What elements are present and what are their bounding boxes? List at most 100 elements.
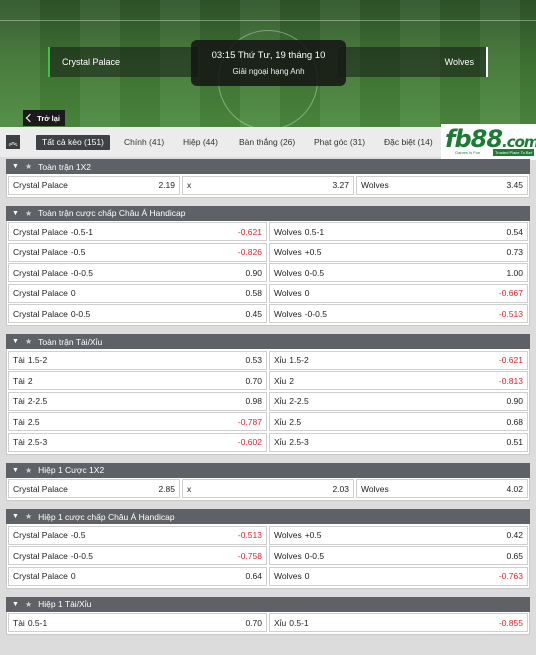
- selection-name: Crystal Palace: [13, 308, 68, 319]
- odds-value: 0.58: [245, 288, 262, 299]
- odds-cell[interactable]: Tài 2 0.70: [8, 371, 267, 391]
- odds-cell[interactable]: Crystal Palace 0-0.5 0.45: [8, 304, 267, 324]
- odds-cell[interactable]: Tài 2-2.5 0.98: [8, 391, 267, 411]
- odds-value: 0.45: [245, 308, 262, 319]
- selection-label: Wolves 0-0.5: [274, 268, 324, 278]
- selection-name: x: [187, 483, 192, 494]
- chevron-down-icon[interactable]: ▼: [12, 210, 19, 217]
- odds-cell[interactable]: Crystal Palace -0-0.5 0.90: [8, 263, 267, 283]
- odds-cell[interactable]: Xỉu 2.5-3 0.51: [269, 432, 528, 452]
- favorite-star-icon[interactable]: ★: [25, 512, 32, 521]
- odds-cell[interactable]: Wolves 0-0.5 0.65: [269, 546, 528, 566]
- favorite-star-icon[interactable]: ★: [25, 162, 32, 171]
- selection-name: Tài: [13, 355, 25, 366]
- odds-cell[interactable]: Xỉu 0.5-1 -0.855: [269, 613, 528, 633]
- odds-cell[interactable]: Wolves 4.02: [356, 479, 528, 499]
- odds-cell[interactable]: Crystal Palace 0 0.58: [8, 283, 267, 303]
- odds-cell[interactable]: Crystal Palace 2.85: [8, 479, 180, 499]
- handicap-line: 2: [289, 375, 295, 386]
- selection-name: Tài: [13, 375, 25, 386]
- market-section-header[interactable]: ▼ ★ Toàn trận Tài/Xỉu: [6, 334, 530, 349]
- odds-cell[interactable]: Wolves 3.45: [356, 175, 528, 195]
- market-section: ▼ ★ Hiệp 1 Tài/Xỉu Tài 0.5-1 0.70 Xỉu 0.5-1 -0.8…: [6, 596, 530, 635]
- favorite-star-icon[interactable]: ★: [25, 209, 32, 218]
- odds-cell[interactable]: Wolves 0 -0.763: [269, 566, 528, 586]
- odds-value: -0.621: [237, 226, 262, 237]
- odds-cell[interactable]: Xỉu 2-2.5 0.90: [269, 391, 528, 411]
- collapse-all-icon[interactable]: ︽: [6, 135, 20, 149]
- market-section-header[interactable]: ▼ ★ Toàn trận cược chấp Châu Á Handicap: [6, 205, 530, 221]
- selection-name: Tài: [13, 396, 25, 407]
- tab-corners[interactable]: Phạt góc (31): [314, 135, 365, 150]
- fb88-logo: fb88.com Games Is Fun Trusted Place To B…: [441, 124, 536, 160]
- odds-row: Tài 2.5-3 -0.602 Xỉu 2.5-3 0.51: [7, 432, 529, 453]
- market-section-header[interactable]: ▼ ★ Hiệp 1 Cược 1X2: [6, 462, 530, 478]
- odds-value: -0.621: [498, 355, 523, 366]
- odds-cell[interactable]: Crystal Palace -0.5 -0.513: [8, 525, 267, 545]
- odds-cell[interactable]: Tài 0.5-1 0.70: [8, 613, 267, 633]
- market-section: ▼ ★ Hiệp 1 cược chấp Châu Á Handicap Crysta…: [6, 509, 530, 589]
- odds-cell[interactable]: Xỉu 2 -0.813: [269, 371, 528, 391]
- odds-cell[interactable]: Crystal Palace 2.19: [8, 175, 180, 195]
- odds-value: 3.27: [332, 180, 349, 191]
- selection-name: Xỉu: [274, 375, 287, 386]
- odds-cell[interactable]: Wolves 0.5-1 0.54: [269, 222, 528, 242]
- odds-cell[interactable]: Crystal Palace -0.5 -0.826: [8, 242, 267, 262]
- match-league: Giải ngoại hạng Anh: [232, 67, 305, 76]
- chevron-down-icon[interactable]: ▼: [12, 513, 19, 520]
- favorite-star-icon[interactable]: ★: [25, 337, 32, 346]
- odds-cell[interactable]: Crystal Palace 0 0.64: [8, 566, 267, 586]
- odds-cell[interactable]: Wolves +0.5 0.73: [269, 242, 528, 262]
- tab-half[interactable]: Hiệp (44): [183, 135, 218, 150]
- odds-value: 1.00: [506, 267, 523, 278]
- odds-cell[interactable]: Xỉu 2.5 0.68: [269, 412, 528, 432]
- market-section-header[interactable]: ▼ ★ Hiệp 1 Tài/Xỉu: [6, 596, 530, 612]
- chevron-down-icon[interactable]: ▼: [12, 467, 19, 474]
- market-section-body: Crystal Palace -0.5 -0.513 Wolves +0.5 0.42 Cr…: [6, 524, 530, 589]
- tab-goals[interactable]: Bàn thắng (26): [239, 135, 295, 150]
- favorite-star-icon[interactable]: ★: [25, 600, 32, 609]
- selection-label: Crystal Palace: [13, 484, 68, 494]
- odds-cell[interactable]: x 2.03: [182, 479, 354, 499]
- match-banner: Crystal Palace 03:15 Thứ Tư, 19 tháng 10…: [0, 0, 536, 127]
- odds-row: Crystal Palace -0.5 -0.513 Wolves +0.5 0.42: [7, 525, 529, 546]
- odds-cell[interactable]: Wolves 0 -0.667: [269, 283, 528, 303]
- market-section: ▼ ★ Hiệp 1 Cược 1X2 Crystal Palace 2.85 x 2.03…: [6, 462, 530, 501]
- odds-value: 2.19: [158, 180, 175, 191]
- odds-cell[interactable]: Wolves 0-0.5 1.00: [269, 263, 528, 283]
- odds-value: 2.85: [158, 483, 175, 494]
- back-button[interactable]: Trở lại: [23, 110, 65, 126]
- odds-value: -0.855: [498, 617, 523, 628]
- selection-label: Wolves +0.5: [274, 247, 322, 257]
- selection-label: Tài 2: [13, 376, 33, 386]
- odds-cell[interactable]: x 3.27: [182, 175, 354, 195]
- odds-cell[interactable]: Wolves -0-0.5 -0.513: [269, 304, 528, 324]
- handicap-line: 0.5-1: [27, 617, 48, 628]
- odds-cell[interactable]: Xỉu 1.5-2 -0.621: [269, 350, 528, 370]
- odds-cell[interactable]: Tài 2.5 -0.787: [8, 412, 267, 432]
- chevron-down-icon[interactable]: ▼: [12, 601, 19, 608]
- market-section-header[interactable]: ▼ ★ Hiệp 1 cược chấp Châu Á Handicap: [6, 509, 530, 524]
- chevron-down-icon[interactable]: ▼: [12, 163, 19, 170]
- handicap-line: 0: [304, 571, 310, 582]
- odds-value: -0.758: [237, 550, 262, 561]
- odds-cell[interactable]: Wolves +0.5 0.42: [269, 525, 528, 545]
- markets-list: ▼ ★ Toàn trận 1X2 Crystal Palace 2.19 x 3.27 Wo…: [0, 157, 536, 635]
- market-section-header[interactable]: ▼ ★ Toàn trận 1X2: [6, 159, 530, 174]
- tab-specials[interactable]: Đặc biệt (14): [384, 135, 433, 150]
- favorite-star-icon[interactable]: ★: [25, 466, 32, 475]
- selection-label: Tài 0.5-1: [13, 618, 47, 628]
- odds-value: -0.513: [237, 530, 262, 541]
- odds-cell[interactable]: Crystal Palace -0.5-1 -0.621: [8, 222, 267, 242]
- odds-cell[interactable]: Tài 2.5-3 -0.602: [8, 432, 267, 452]
- odds-row: Tài 2.5 -0.787 Xỉu 2.5 0.68: [7, 412, 529, 433]
- odds-cell[interactable]: Tài 1.5-2 0.53: [8, 350, 267, 370]
- odds-value: -0.813: [498, 375, 523, 386]
- tab-main[interactable]: Chính (41): [124, 135, 164, 150]
- tab-all[interactable]: Tất cả kèo (151): [36, 135, 110, 150]
- selection-label: Crystal Palace 0: [13, 288, 76, 298]
- odds-cell[interactable]: Crystal Palace -0-0.5 -0.758: [8, 546, 267, 566]
- chevron-down-icon[interactable]: ▼: [12, 338, 19, 345]
- odds-row: Crystal Palace 0-0.5 0.45 Wolves -0-0.5 -0.51…: [7, 304, 529, 325]
